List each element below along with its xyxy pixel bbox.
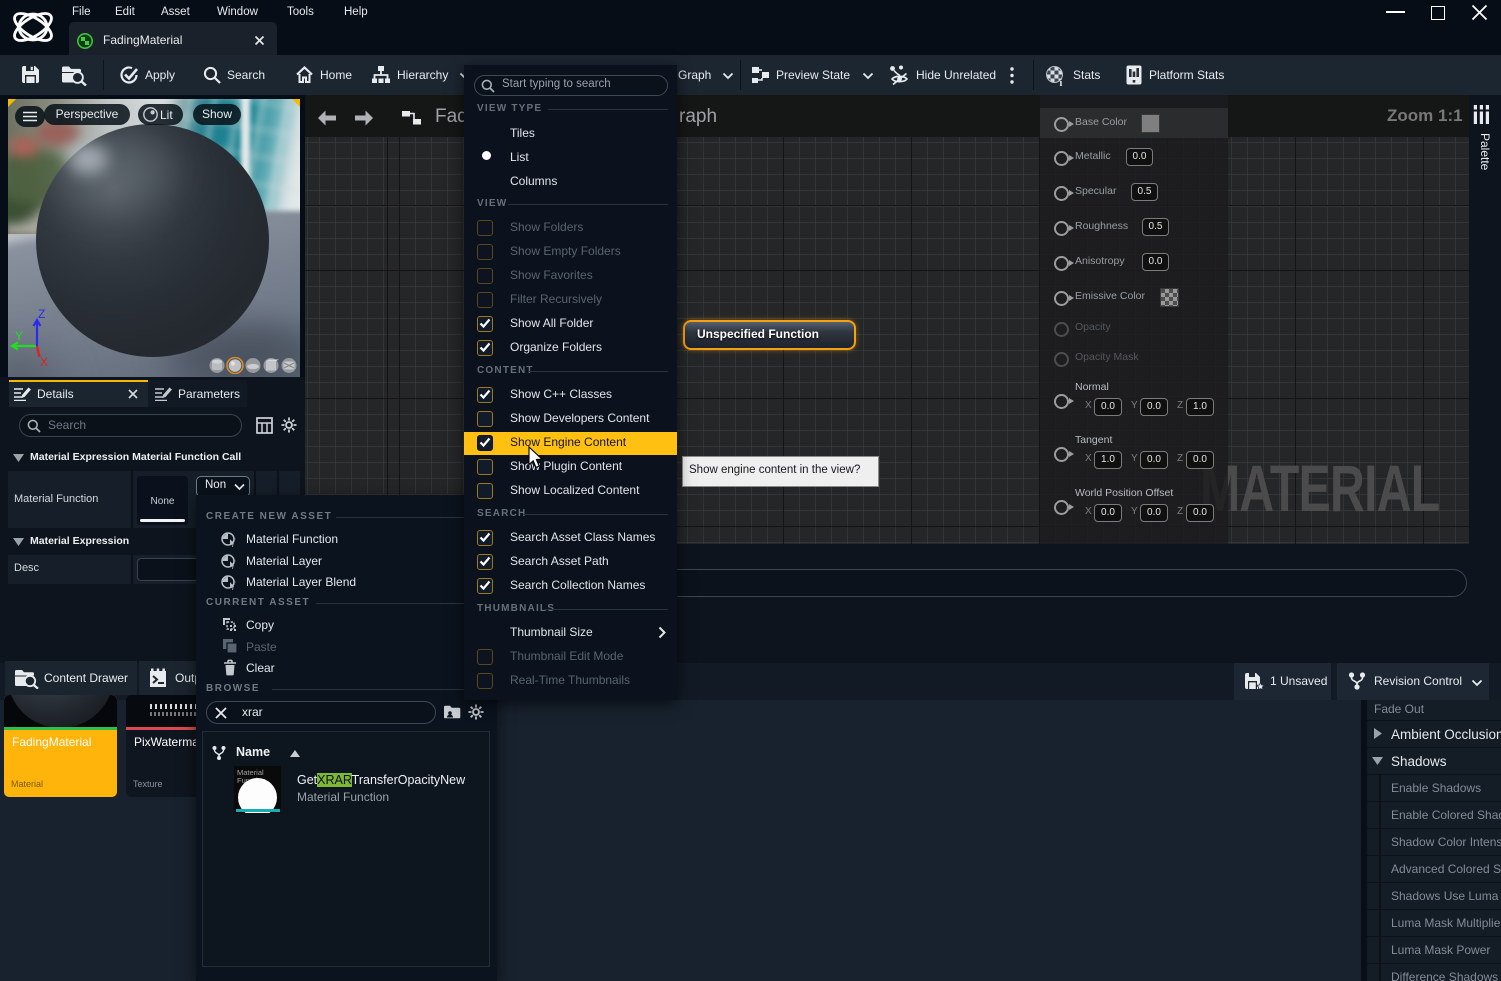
svg-text:Y: Y [15, 329, 23, 343]
svg-text:Z: Z [38, 307, 45, 321]
svg-text:X: X [40, 355, 48, 367]
svg-text:f: f [232, 538, 236, 548]
svg-text:i: i [1060, 78, 1063, 87]
svg-text:f: f [232, 581, 236, 591]
svg-text:f: f [232, 560, 236, 570]
